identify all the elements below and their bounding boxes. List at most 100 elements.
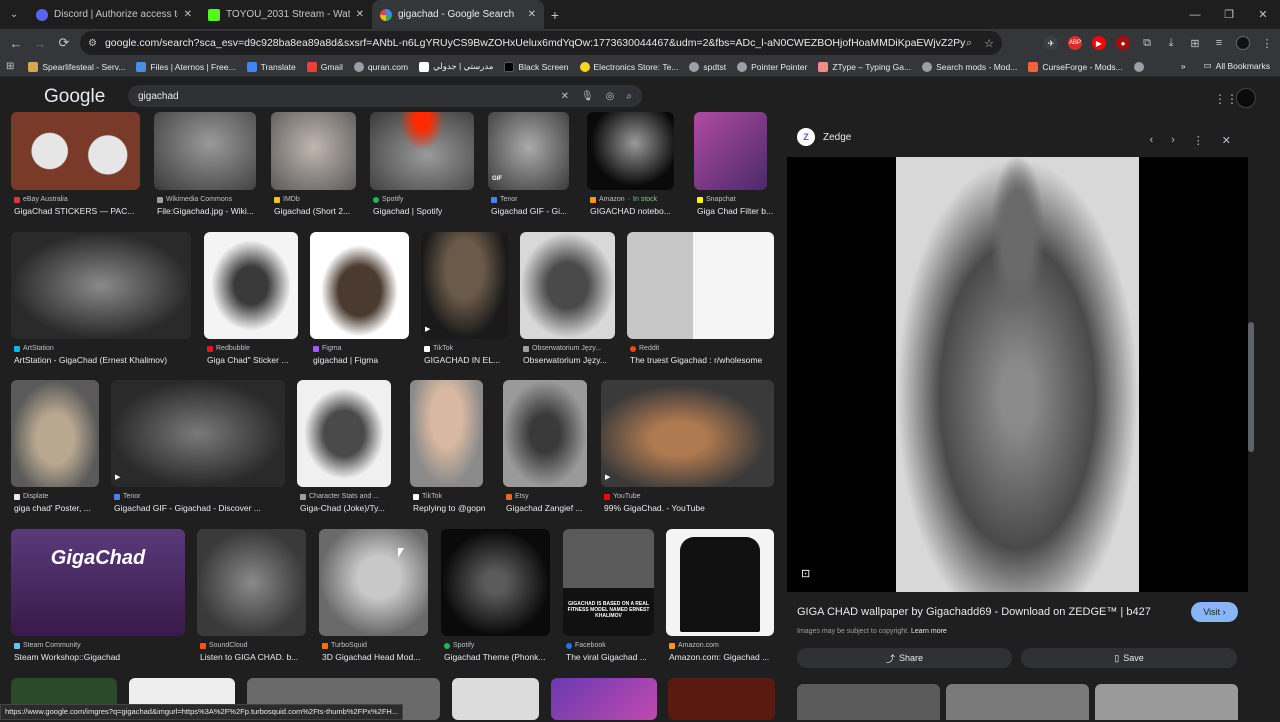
grid-extension-icon[interactable]: ⊞: [1188, 36, 1202, 50]
lens-search-icon[interactable]: ⊡: [801, 567, 810, 580]
learn-more-link[interactable]: Learn more: [911, 628, 947, 635]
image-result-card[interactable]: IMDb Gigachad (Short 2...: [271, 112, 357, 222]
result-thumbnail[interactable]: [310, 232, 409, 339]
close-tab-icon[interactable]: ✕: [356, 9, 364, 20]
result-caption[interactable]: The viral Gigachad ...: [566, 652, 656, 662]
account-avatar[interactable]: [1236, 88, 1256, 108]
result-caption[interactable]: Gigachad GIF - Gi...: [491, 206, 572, 216]
bookmark-item[interactable]: Black Screen: [504, 61, 569, 72]
image-result-card[interactable]: Wikimedia Commons File:Gigachad.jpg - Wi…: [154, 112, 258, 222]
image-result-card[interactable]: Redbubble Giga Chad" Sticker ...: [204, 232, 299, 367]
result-thumbnail[interactable]: GIF: [488, 112, 569, 190]
result-thumbnail[interactable]: [666, 529, 774, 636]
result-caption[interactable]: GigaChad STICKERS — PAC...: [14, 206, 142, 216]
result-caption[interactable]: gigachad | Figma: [313, 355, 410, 365]
browser-menu-icon[interactable]: ⋮: [1260, 36, 1274, 50]
close-panel-icon[interactable]: ✕: [1222, 134, 1231, 147]
more-options-icon[interactable]: ⋮: [1193, 134, 1204, 147]
bookmark-item[interactable]: Files | Aternos | Free...: [136, 61, 236, 72]
image-result-card[interactable]: Obserwatorium Języ... Obserwatorium Języ…: [520, 232, 616, 367]
result-thumbnail[interactable]: ▶: [111, 380, 285, 487]
result-caption[interactable]: Gigachad GIF - Gigachad - Discover ...: [114, 503, 286, 513]
clear-search-icon[interactable]: ✕: [561, 91, 569, 102]
previous-icon[interactable]: ‹: [1149, 134, 1153, 147]
image-result-card[interactable]: Etsy Gigachad Zangief ...: [503, 380, 588, 515]
image-result-card[interactable]: Snapchat Giga Chad Filter b...: [694, 112, 774, 222]
result-thumbnail[interactable]: [11, 232, 191, 339]
forward-icon[interactable]: →: [28, 36, 52, 51]
result-caption[interactable]: GIGACHAD notebo...: [590, 206, 678, 216]
result-caption[interactable]: Steam Workshop::Gigachad: [14, 652, 186, 662]
related-image[interactable]: [946, 684, 1089, 720]
image-result-card[interactable]: Figma gigachad | Figma: [310, 232, 410, 367]
google-logo[interactable]: Google: [44, 86, 105, 108]
result-caption[interactable]: Amazon.com: Gigachad ...: [669, 652, 776, 662]
result-caption[interactable]: Replying to @gopn...: [413, 503, 485, 513]
result-thumbnail[interactable]: ▶: [601, 380, 774, 487]
image-result-card[interactable]: Spotify Gigachad | Spotify: [370, 112, 475, 222]
result-caption[interactable]: Giga-Chad (Joke)/Ty...: [300, 503, 393, 513]
all-bookmarks-button[interactable]: » ▭ All Bookmarks: [1181, 60, 1270, 71]
result-thumbnail[interactable]: [11, 112, 140, 190]
profile-avatar[interactable]: [1236, 36, 1250, 50]
result-thumbnail[interactable]: [204, 232, 298, 339]
result-thumbnail[interactable]: [370, 112, 474, 190]
bookmark-star-icon[interactable]: ☆: [984, 37, 994, 50]
extensions-puzzle-icon[interactable]: ⧉: [1140, 36, 1154, 50]
result-thumbnail[interactable]: [520, 232, 615, 339]
image-result-card[interactable]: GigaChad Steam Community Steam Workshop:…: [11, 529, 186, 664]
minimize-icon[interactable]: —: [1178, 9, 1212, 21]
result-caption[interactable]: Giga Chad Filter b...: [697, 206, 773, 216]
new-tab-button[interactable]: +: [544, 7, 566, 23]
image-result-card[interactable]: TikTok Replying to @gopn...: [410, 380, 485, 515]
close-tab-icon[interactable]: ✕: [184, 9, 192, 20]
panel-source[interactable]: Z Zedge: [797, 128, 851, 146]
related-image[interactable]: [797, 684, 940, 720]
result-thumbnail[interactable]: [271, 112, 356, 190]
result-thumbnail[interactable]: ▶: [421, 232, 508, 339]
result-caption[interactable]: Gigachad (Short 2...: [274, 206, 359, 216]
image-result-card[interactable]: Amazon · In stock GIGACHAD notebo...: [587, 112, 677, 222]
result-caption[interactable]: ArtStation - GigaChad (Ernest Khalimov): [14, 355, 192, 365]
next-icon[interactable]: ›: [1171, 134, 1175, 147]
visit-button[interactable]: Visit ›: [1191, 602, 1238, 622]
image-result-card[interactable]: ▶ YouTube 99% GigaChad. - YouTube: [601, 380, 775, 515]
preview-image[interactable]: ⊡: [787, 157, 1248, 592]
result-thumbnail[interactable]: [11, 380, 99, 487]
close-window-icon[interactable]: ✕: [1246, 8, 1280, 21]
extension-icon-red[interactable]: ●: [1116, 36, 1130, 50]
result-caption[interactable]: Giga Chad" Sticker ...: [207, 355, 299, 365]
bookmark-item[interactable]: Gmail: [306, 61, 343, 72]
bookmark-item[interactable]: CurseForge - Mods...: [1028, 61, 1123, 72]
result-caption[interactable]: File:Gigachad.jpg - Wiki...: [157, 206, 259, 216]
share-button[interactable]: ⤴ Share: [797, 648, 1012, 668]
image-result-card[interactable]: GIGACHAD IS BASED ON A REAL FITNESS MODE…: [563, 529, 655, 664]
result-thumbnail[interactable]: GIGACHAD IS BASED ON A REAL FITNESS MODE…: [563, 529, 654, 636]
result-thumbnail[interactable]: [441, 529, 550, 636]
search-box[interactable]: gigachad ✕ 🎙 ◎ ⌕: [128, 85, 642, 107]
result-thumbnail[interactable]: [551, 678, 657, 720]
preview-title[interactable]: GIGA CHAD wallpaper by Gigachadd69 - Dow…: [797, 606, 1151, 618]
image-result-card[interactable]: eBay Australia GigaChad STICKERS — PAC..…: [11, 112, 141, 222]
result-thumbnail[interactable]: [154, 112, 256, 190]
panel-scrollbar[interactable]: [1248, 122, 1254, 722]
zoom-search-icon[interactable]: ⌕: [966, 37, 972, 50]
result-thumbnail[interactable]: [503, 380, 587, 487]
result-caption[interactable]: The truest Gigachad : r/wholesome: [630, 355, 776, 365]
result-thumbnail[interactable]: GigaChad: [11, 529, 185, 636]
address-bar[interactable]: ⚙ google.com/search?sca_esv=d9c928ba8ea8…: [80, 31, 1002, 55]
image-result-card[interactable]: ArtStation ArtStation - GigaChad (Ernest…: [11, 232, 192, 367]
voice-search-icon[interactable]: 🎙: [581, 91, 594, 102]
result-thumbnail[interactable]: [587, 112, 674, 190]
bookmark-item[interactable]: Translate: [246, 61, 296, 72]
image-result-card[interactable]: ▶ TikTok GIGACHAD IN EL...: [421, 232, 509, 367]
bookmark-item[interactable]: spdtst: [689, 61, 726, 72]
site-info-icon[interactable]: ⚙: [88, 38, 97, 49]
image-result-card[interactable]: Character Stats and ... Giga-Chad (Joke)…: [297, 380, 392, 515]
related-image[interactable]: [1095, 684, 1238, 720]
image-result-card[interactable]: Spotify Gigachad Theme (Phonk...: [441, 529, 551, 664]
result-caption[interactable]: 3D Gigachad Head Mod...: [322, 652, 430, 662]
bookmark-item[interactable]: ZType – Typing Ga...: [818, 61, 911, 72]
download-icon[interactable]: ⤓: [1164, 36, 1178, 50]
result-thumbnail[interactable]: [297, 380, 391, 487]
